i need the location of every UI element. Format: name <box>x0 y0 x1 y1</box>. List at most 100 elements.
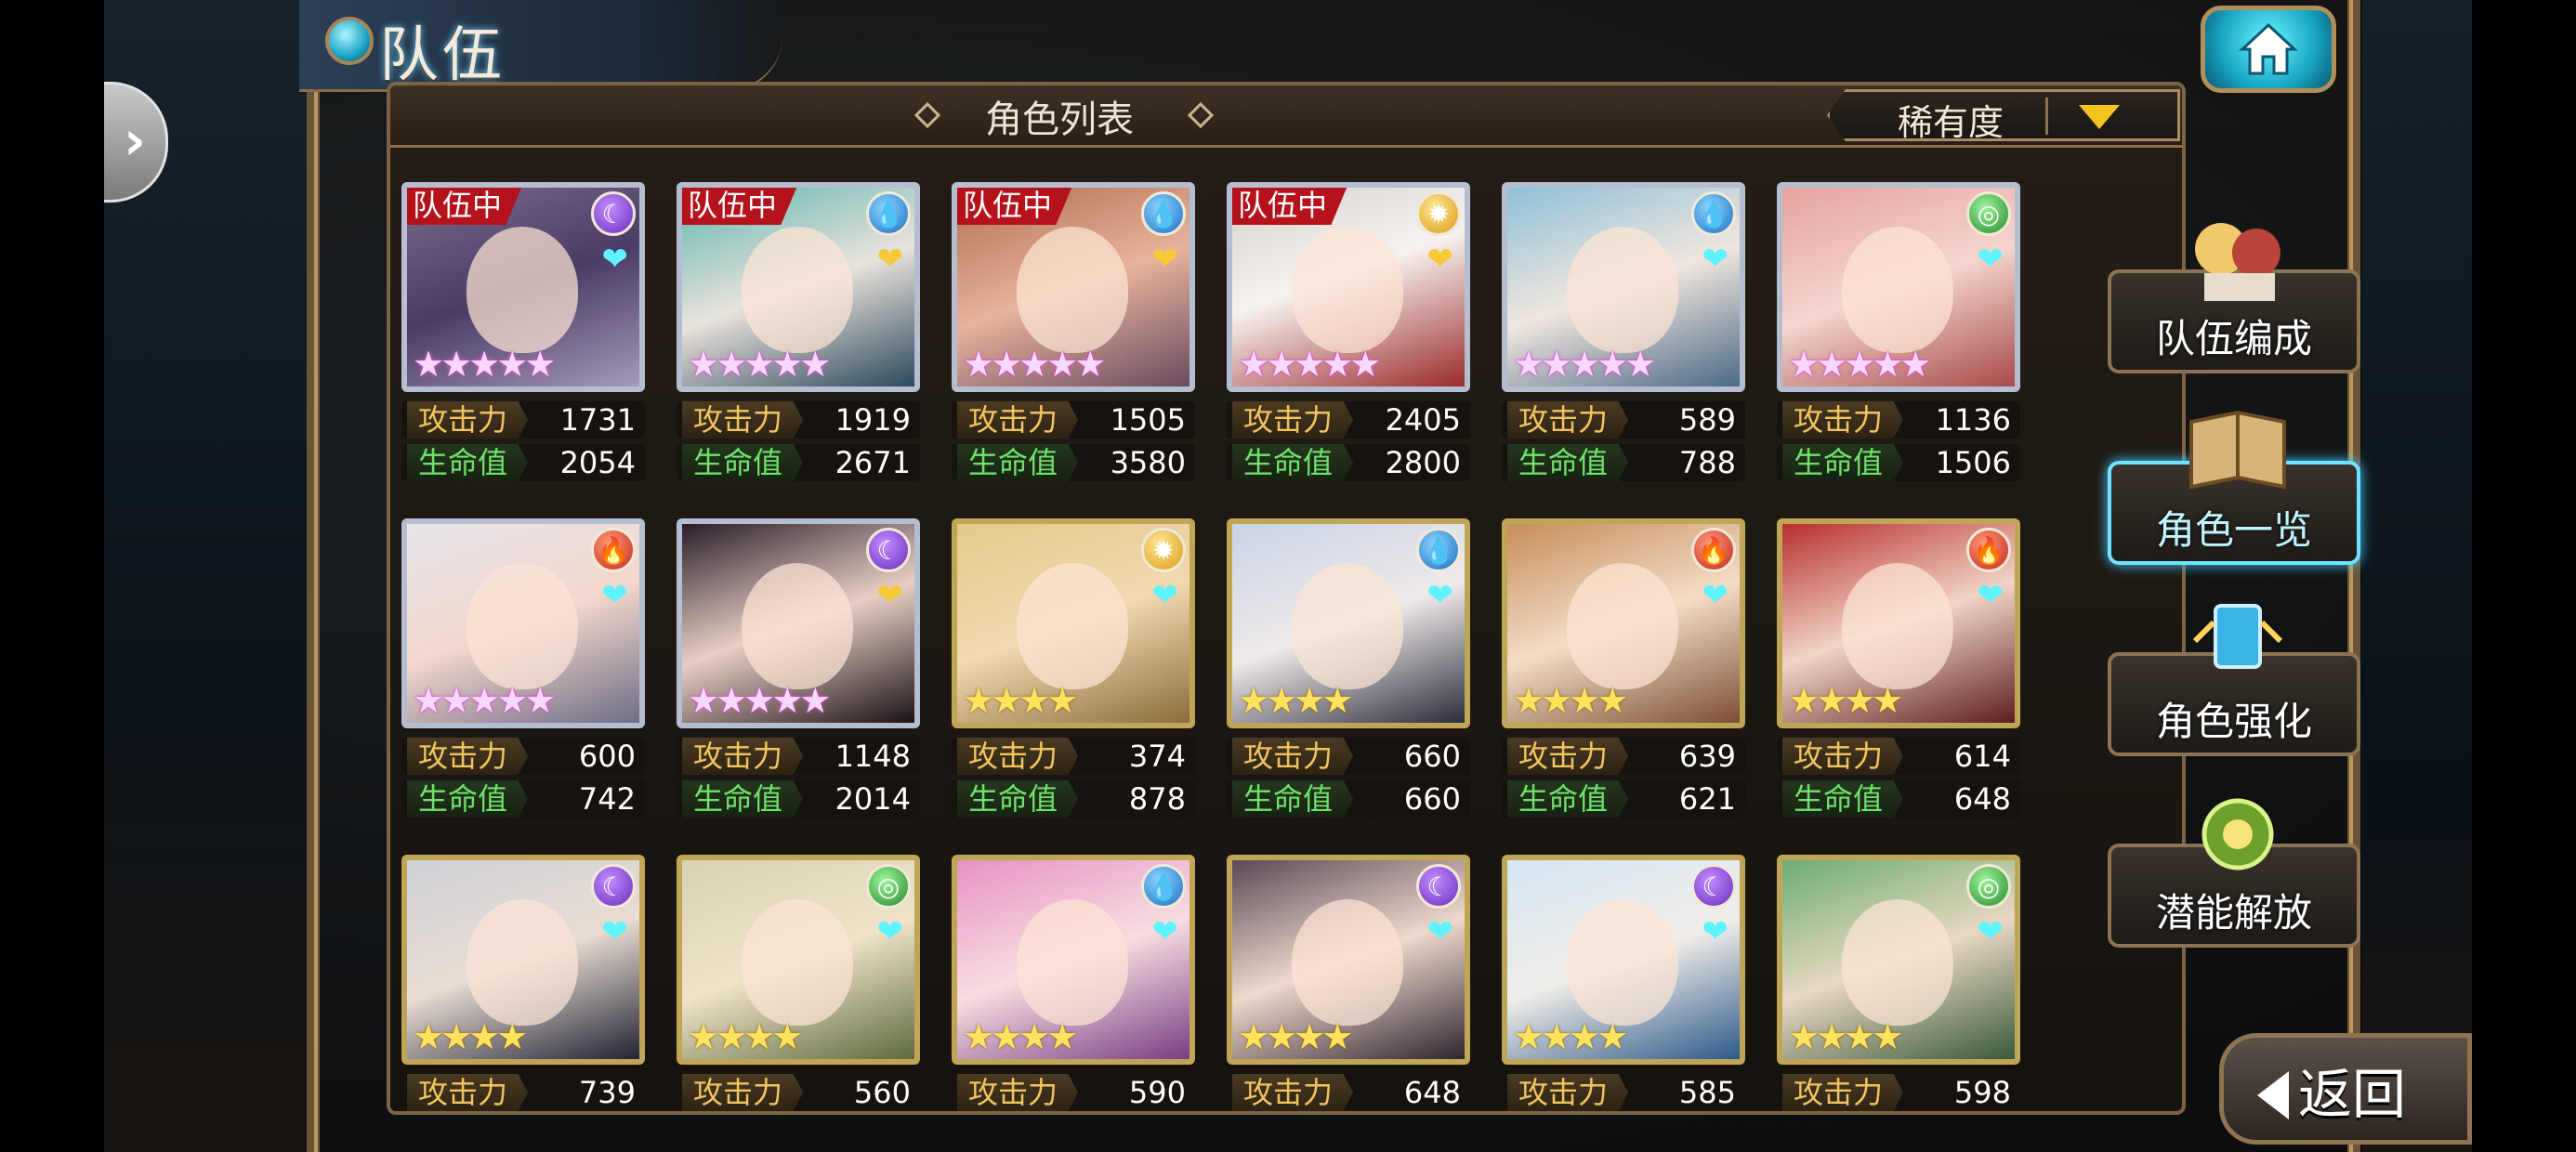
hp-value: 2054 <box>559 445 636 480</box>
attack-value: 1731 <box>559 402 636 438</box>
hp-row: 生命值 742 <box>401 780 645 818</box>
potential-icon <box>2186 786 2290 875</box>
attack-label: 攻击力 <box>957 1074 1078 1111</box>
hp-row: 生命值 878 <box>952 780 1195 818</box>
attack-row: 攻击力 1136 <box>1777 401 2020 439</box>
game-screen: › 队伍 角色列表 稀有度 队伍中 ☾ ❤ ★★★★★ 攻击力 1731 生命值 2054 队伍… <box>104 0 2472 1152</box>
heart-icon: ❤ <box>1426 241 1454 278</box>
rarity-stars: ★★★★★ <box>963 344 1106 385</box>
character-face <box>1567 899 1678 1026</box>
attack-value: 560 <box>853 1075 911 1110</box>
attack-row: 攻击力 560 <box>677 1074 920 1111</box>
hp-label: 生命值 <box>1782 444 1903 481</box>
character-portrait[interactable]: ☾ ❤ ★★★★★ <box>677 518 920 728</box>
water-element-icon: 💧 <box>866 191 911 236</box>
menu-button-0[interactable]: 队伍编成 <box>2108 223 2360 373</box>
attack-value: 598 <box>1953 1075 2011 1110</box>
menu-button-3[interactable]: 潜能解放 <box>2108 798 2360 948</box>
back-button[interactable]: 返回 <box>2219 1033 2472 1145</box>
attack-label: 攻击力 <box>1232 401 1353 439</box>
rarity-stars: ★★★★★ <box>1788 344 1931 385</box>
attack-row: 攻击力 1731 <box>401 401 645 439</box>
menu-button-1[interactable]: 角色一览 <box>2108 410 2360 565</box>
character-portrait[interactable]: 队伍中 💧 ❤ ★★★★★ <box>677 182 920 392</box>
in-party-badge: 队伍中 <box>407 188 523 225</box>
hp-value: 742 <box>578 781 636 817</box>
hp-row: 生命值 648 <box>1777 780 2020 818</box>
hp-value: 621 <box>1678 781 1736 817</box>
attack-row: 攻击力 660 <box>1227 738 1470 775</box>
dark-element-icon: ☾ <box>1691 864 1736 909</box>
character-face <box>467 899 578 1026</box>
character-portrait[interactable]: ☾ ❤ ★★★★ <box>1502 855 1745 1065</box>
hp-row: 生命值 788 <box>1502 444 1745 481</box>
character-face <box>1292 227 1403 353</box>
character-portrait[interactable]: ◎ ❤ ★★★★★ <box>1777 182 2020 392</box>
attack-row: 攻击力 739 <box>401 1074 645 1111</box>
character-portrait[interactable]: 💧 ❤ ★★★★ <box>952 855 1195 1065</box>
sort-label: 稀有度 <box>1897 102 2004 143</box>
attack-value: 2405 <box>1385 402 1461 438</box>
attack-value: 739 <box>578 1075 636 1110</box>
hp-label: 生命值 <box>1507 780 1628 818</box>
rarity-stars: ★★★★ <box>963 1016 1078 1057</box>
attack-row: 攻击力 1919 <box>677 401 920 439</box>
hp-label: 生命值 <box>682 444 803 481</box>
attack-label: 攻击力 <box>682 401 803 439</box>
dark-element-icon: ☾ <box>591 864 636 909</box>
rarity-stars: ★★★★★ <box>688 344 831 385</box>
character-face <box>1017 899 1128 1026</box>
character-portrait[interactable]: 队伍中 ☾ ❤ ★★★★★ <box>401 182 645 392</box>
heart-icon: ❤ <box>601 913 629 950</box>
heart-icon: ❤ <box>1702 913 1729 950</box>
character-portrait[interactable]: 🔥 ❤ ★★★★★ <box>401 518 645 728</box>
rarity-stars: ★★★★ <box>1513 680 1628 721</box>
hp-row: 生命值 2014 <box>677 780 920 818</box>
sort-divider <box>2045 98 2048 135</box>
sort-dropdown[interactable]: 稀有度 <box>1827 89 2180 141</box>
rarity-stars: ★★★★ <box>1788 680 1903 721</box>
hp-row: 生命值 3580 <box>952 444 1195 481</box>
character-portrait[interactable]: ◎ ❤ ★★★★ <box>677 855 920 1065</box>
attack-value: 374 <box>1128 739 1186 774</box>
menu-button-2[interactable]: 角色强化 <box>2108 604 2360 756</box>
character-portrait[interactable]: 🔥 ❤ ★★★★ <box>1777 518 2020 728</box>
hp-label: 生命值 <box>1232 780 1353 818</box>
gem-icon <box>325 17 374 65</box>
home-button[interactable] <box>2201 6 2336 93</box>
heart-icon: ❤ <box>601 577 629 614</box>
light-element-icon: ✹ <box>1416 191 1461 236</box>
hp-row: 生命值 660 <box>1227 780 1470 818</box>
attack-value: 614 <box>1953 739 2011 774</box>
character-portrait[interactable]: ✹ ❤ ★★★★ <box>952 518 1195 728</box>
character-portrait[interactable]: ◎ ❤ ★★★★ <box>1777 855 2020 1065</box>
attack-row: 攻击力 598 <box>1777 1074 2020 1111</box>
character-portrait[interactable]: ☾ ❤ ★★★★ <box>401 855 645 1065</box>
character-face <box>467 227 578 353</box>
attack-row: 攻击力 614 <box>1777 738 2020 775</box>
water-element-icon: 💧 <box>1141 864 1186 909</box>
attack-row: 攻击力 374 <box>952 738 1195 775</box>
character-portrait[interactable]: ☾ ❤ ★★★★ <box>1227 855 1470 1065</box>
character-portrait[interactable]: 💧 ❤ ★★★★★ <box>1502 182 1745 392</box>
page-title: 队伍 <box>379 21 506 90</box>
character-face <box>742 563 853 689</box>
rarity-stars: ★★★★★ <box>1513 344 1656 385</box>
water-element-icon: 💧 <box>1416 528 1461 572</box>
hp-label: 生命值 <box>1232 444 1353 481</box>
hp-value: 788 <box>1678 445 1736 480</box>
hp-label: 生命值 <box>957 444 1078 481</box>
wind-element-icon: ◎ <box>1966 864 2011 909</box>
fire-element-icon: 🔥 <box>591 528 636 572</box>
character-face <box>1842 563 1953 689</box>
attack-value: 639 <box>1678 739 1736 774</box>
hp-label: 生命值 <box>407 444 528 481</box>
rarity-stars: ★★★★★ <box>688 680 831 721</box>
rarity-stars: ★★★★ <box>963 680 1078 721</box>
panel-header: 角色列表 稀有度 <box>390 85 2182 148</box>
character-portrait[interactable]: 🔥 ❤ ★★★★ <box>1502 518 1745 728</box>
character-portrait[interactable]: 💧 ❤ ★★★★ <box>1227 518 1470 728</box>
character-face <box>1292 899 1403 1026</box>
character-portrait[interactable]: 队伍中 💧 ❤ ★★★★★ <box>952 182 1195 392</box>
character-portrait[interactable]: 队伍中 ✹ ❤ ★★★★★ <box>1227 182 1470 392</box>
